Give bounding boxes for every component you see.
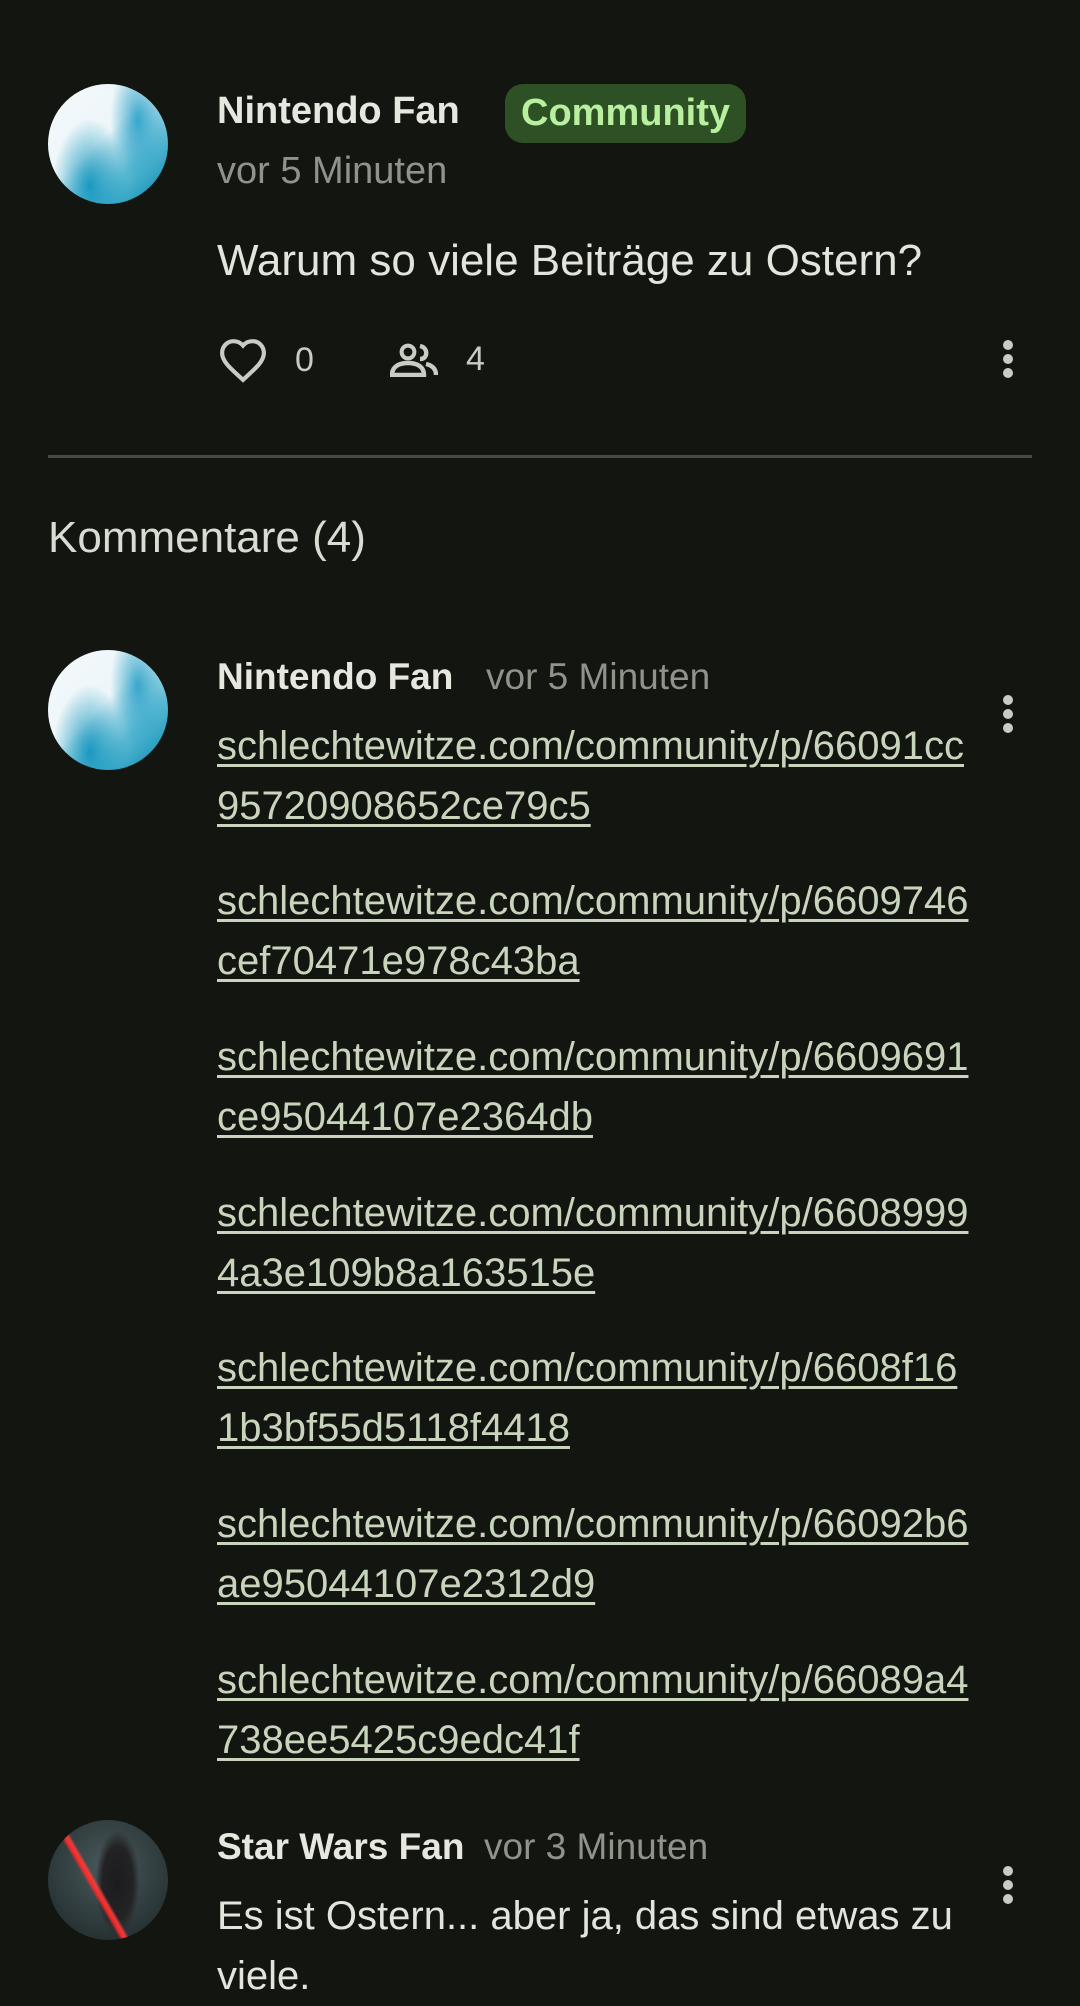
participants-count: 4 <box>466 340 485 378</box>
like-button[interactable]: 0 <box>217 337 314 383</box>
comment-more-button[interactable] <box>998 1866 1018 1906</box>
comment-author-avatar[interactable] <box>48 650 168 770</box>
post-timestamp: vor 5 Minuten <box>217 150 448 192</box>
comment-author-name[interactable]: Star Wars Fan <box>217 1826 464 1868</box>
post-author-avatar[interactable] <box>48 84 168 204</box>
comments-heading: Kommentare (4) <box>48 513 366 562</box>
comment-link[interactable]: schlechtewitze.com/community/p/6608f161b… <box>217 1338 977 1458</box>
comment-timestamp: vor 3 Minuten <box>484 1826 709 1867</box>
comment-text: Es ist Ostern... aber ja, das sind etwas… <box>217 1894 953 1998</box>
post-text: Warum so viele Beiträge zu Ostern? <box>217 236 923 285</box>
people-icon <box>390 343 438 377</box>
comment-link[interactable]: schlechtewitze.com/community/p/66089994a… <box>217 1183 977 1303</box>
comment-author-name[interactable]: Nintendo Fan <box>217 656 453 698</box>
participants-button[interactable]: 4 <box>390 340 485 379</box>
comment-link[interactable]: schlechtewitze.com/community/p/66091cc95… <box>217 716 977 836</box>
comment-timestamp: vor 5 Minuten <box>486 656 711 697</box>
post-more-button[interactable] <box>998 340 1018 380</box>
comment-link[interactable]: schlechtewitze.com/community/p/66092b6ae… <box>217 1494 977 1614</box>
community-badge: Community <box>505 84 746 143</box>
post-author-name[interactable]: Nintendo Fan <box>217 90 460 133</box>
comment-more-button[interactable] <box>998 695 1018 735</box>
like-count: 0 <box>295 340 314 379</box>
comment-link[interactable]: schlechtewitze.com/community/p/6609691ce… <box>217 1027 977 1147</box>
comment-link[interactable]: schlechtewitze.com/community/p/66089a473… <box>217 1650 977 1770</box>
heart-outline-icon <box>217 337 269 383</box>
comment-author-avatar[interactable] <box>48 1820 168 1940</box>
divider <box>48 455 1032 458</box>
comment-link[interactable]: schlechtewitze.com/community/p/6609746ce… <box>217 871 977 991</box>
